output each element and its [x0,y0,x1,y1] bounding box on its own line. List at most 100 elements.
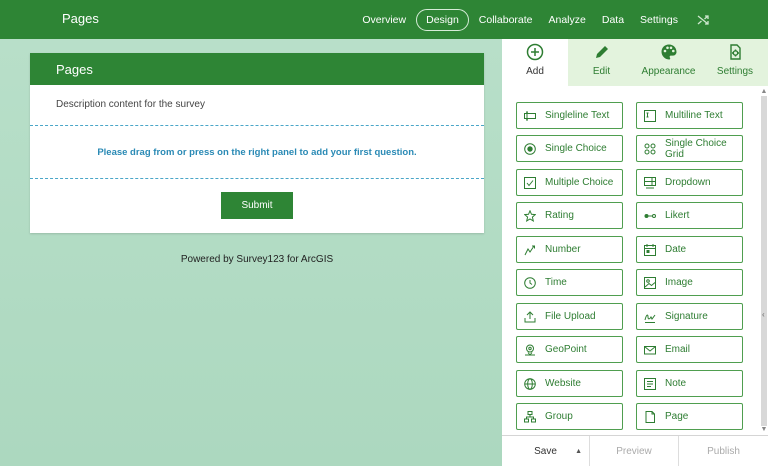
panel-scrollbar[interactable] [761,96,767,426]
question-label: Dropdown [665,177,711,188]
publish-button[interactable]: Publish [679,436,768,466]
question-label: Number [545,244,581,255]
question-label: Group [545,411,573,422]
radio-icon [524,142,536,155]
pencil-icon [568,43,635,63]
form-description[interactable]: Description content for the survey [30,85,484,125]
question-number[interactable]: Number [516,236,623,263]
question-single-choice-grid[interactable]: Single Choice Grid [636,135,743,162]
question-label: Email [665,344,691,355]
question-label: Single Choice Grid [665,137,727,160]
scroll-down-arrow[interactable]: ▼ [760,426,768,434]
scroll-up-arrow[interactable]: ▲ [760,88,768,96]
survey-form-card: Pages Description content for the survey… [30,53,484,233]
nav-collaborate[interactable]: Collaborate [479,14,533,26]
powered-by: Powered by Survey123 for ArcGIS [180,254,334,265]
note-icon [644,377,656,390]
question-multiple-choice[interactable]: Multiple Choice [516,169,623,196]
app-title: Pages [62,11,99,26]
tab-add-label: Add [526,66,544,77]
question-time[interactable]: Time [516,269,623,296]
collapse-arrow-icon[interactable]: ‹ [762,310,768,320]
group-icon [524,410,536,423]
question-image[interactable]: Image [636,269,743,296]
plus-circle-icon [502,43,568,63]
question-geopoint[interactable]: GeoPoint [516,336,623,363]
singleline-icon [524,110,536,122]
preview-button[interactable]: Preview [590,436,679,466]
dropdown-icon [644,176,656,189]
question-rating[interactable]: Rating [516,202,623,229]
question-singleline-text[interactable]: Singleline Text [516,102,623,129]
geopoint-icon [524,344,536,356]
calendar-icon [644,243,656,256]
question-signature[interactable]: Signature [636,303,743,330]
number-icon [524,244,536,256]
question-dropdown[interactable]: Dropdown [636,169,743,196]
upload-icon [524,310,536,323]
right-panel: Add Edit Appearance Settings Singleline … [502,39,768,466]
question-single-choice[interactable]: Single Choice [516,135,623,162]
star-icon [523,209,537,222]
question-note[interactable]: Note [636,370,743,397]
save-button[interactable]: Save ▲ [502,436,590,466]
likert-icon [644,210,656,222]
question-label: Singleline Text [545,110,610,121]
clock-icon [524,276,536,289]
question-website[interactable]: Website [516,370,623,397]
question-label: Page [665,411,689,422]
tab-add[interactable]: Add [502,39,568,86]
question-label: Signature [665,311,708,322]
main-nav: Overview Design Collaborate Analyze Data… [362,0,768,39]
globe-icon [524,377,536,390]
question-label: GeoPoint [545,344,587,355]
save-label: Save [534,446,557,457]
question-label: Time [545,277,567,288]
question-multiline-text[interactable]: Multiline Text [636,102,743,129]
submit-button[interactable]: Submit [221,192,293,219]
tab-settings-label: Settings [716,66,754,77]
question-label: Likert [665,210,690,221]
question-label: Multiple Choice [545,177,614,188]
nav-data[interactable]: Data [602,14,624,26]
palette-icon [635,43,702,63]
grid-choice-icon [644,143,656,155]
nav-design[interactable]: Design [416,8,469,31]
panel-tabs: Add Edit Appearance Settings [502,39,768,86]
shuffle-icon[interactable] [696,13,710,27]
question-file-upload[interactable]: File Upload [516,303,623,330]
question-date[interactable]: Date [636,236,743,263]
tab-settings[interactable]: Settings [702,39,768,86]
question-label: Rating [545,210,574,221]
question-email[interactable]: Email [636,336,743,363]
top-bar: Pages Overview Design Collaborate Analyz… [0,0,768,39]
nav-settings[interactable]: Settings [640,14,678,26]
form-title[interactable]: Pages [30,53,484,85]
email-icon [644,344,656,356]
question-label: Multiline Text [665,110,723,121]
nav-overview[interactable]: Overview [362,14,406,26]
question-label: File Upload [545,311,596,322]
question-label: Note [665,378,687,389]
tab-edit-label: Edit [592,66,611,77]
caret-up-icon[interactable]: ▲ [575,448,582,455]
question-likert[interactable]: Likert [636,202,743,229]
multiline-icon [644,109,656,122]
image-icon [644,276,656,289]
page-icon [644,410,656,423]
question-group[interactable]: Group [516,403,623,430]
tab-edit[interactable]: Edit [568,39,635,86]
tab-appearance-label: Appearance [641,66,696,77]
question-page[interactable]: Page [636,403,743,430]
checkbox-icon [524,176,536,189]
tab-appearance[interactable]: Appearance [635,39,702,86]
submit-row: Submit [30,179,484,219]
question-drop-zone[interactable]: Please drag from or press on the right p… [30,125,484,179]
nav-analyze[interactable]: Analyze [549,14,586,26]
question-label: Website [545,378,581,389]
gear-doc-icon [702,43,768,63]
question-label: Date [665,244,687,255]
drop-hint: Please drag from or press on the right p… [97,146,417,158]
question-label: Single Choice [545,143,607,154]
design-canvas: Pages Description content for the survey… [0,39,502,466]
